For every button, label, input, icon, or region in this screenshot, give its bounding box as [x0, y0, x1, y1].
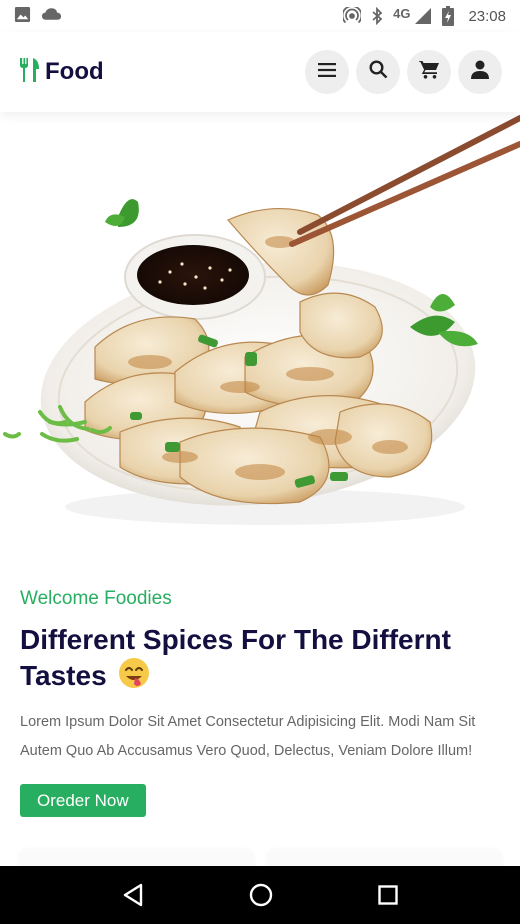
hotspot-icon: [343, 7, 362, 25]
signal-icon: [414, 7, 432, 25]
menu-icon: [318, 62, 336, 82]
user-button[interactable]: [458, 50, 502, 94]
order-now-button[interactable]: Oreder Now: [20, 784, 146, 817]
fork-spoon-icon: [18, 57, 42, 88]
logo[interactable]: Food: [18, 57, 104, 88]
yum-emoji-icon: [118, 657, 150, 697]
user-icon: [471, 60, 489, 84]
battery-charging-icon: [442, 6, 455, 26]
app-header: Food: [0, 32, 520, 112]
status-bar: 4G 23:08: [0, 0, 520, 32]
status-right: 4G 23:08: [343, 6, 506, 26]
status-left: [14, 6, 62, 27]
menu-button[interactable]: [305, 50, 349, 94]
hero-content: Welcome Foodies Different Spices For The…: [20, 586, 505, 817]
search-button[interactable]: [356, 50, 400, 94]
welcome-subtitle: Welcome Foodies: [20, 588, 172, 609]
app-screen: 4G 23:08 Food Welcome Foodies Different …: [0, 0, 520, 924]
cart-icon: [417, 60, 440, 84]
hero-description: Lorem Ipsum Dolor Sit Amet Consectetur A…: [20, 714, 476, 759]
network-type: 4G: [393, 5, 411, 21]
search-icon: [368, 60, 388, 84]
clock: 23:08: [468, 7, 506, 25]
system-nav-bar: [0, 866, 520, 924]
cart-button[interactable]: [407, 50, 451, 94]
logo-text: Food: [45, 58, 104, 85]
back-icon[interactable]: [122, 883, 144, 907]
cloud-icon: [41, 7, 62, 25]
header-actions: [305, 50, 502, 94]
hero-image: [0, 112, 520, 552]
recents-icon[interactable]: [377, 885, 398, 905]
image-icon: [14, 6, 31, 27]
page-title-text: Different Spices For The Differnt Tastes: [20, 624, 451, 691]
bluetooth-icon: [371, 7, 383, 25]
home-icon[interactable]: [249, 883, 273, 907]
page-title: Different Spices For The Differnt Tastes: [20, 622, 505, 697]
